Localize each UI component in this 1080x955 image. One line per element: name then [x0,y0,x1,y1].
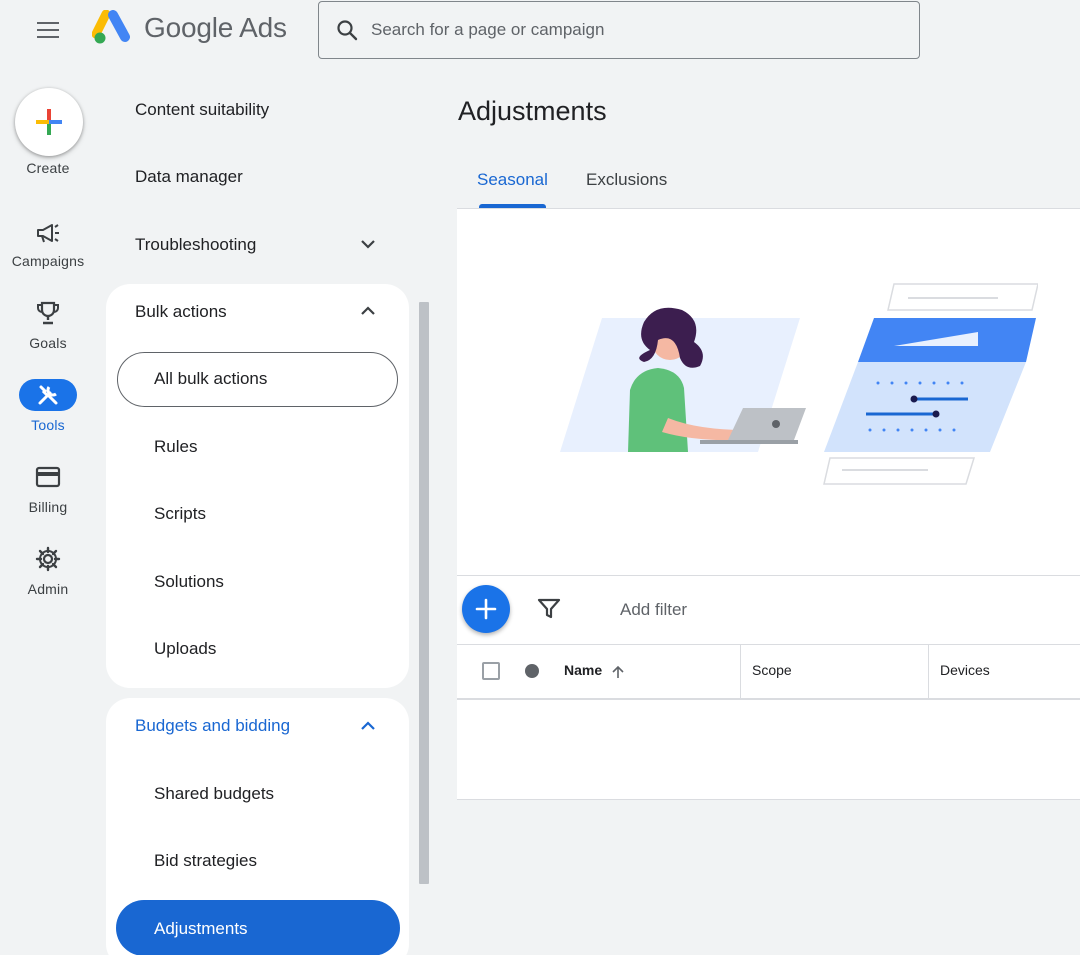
nav-item-all-bulk-actions[interactable]: All bulk actions [154,369,267,389]
bulk-actions-card [106,284,409,688]
nav-item-content-suitability[interactable]: Content suitability [135,100,269,120]
status-column-icon [525,664,539,678]
nav-section-budgets-and-bidding[interactable]: Budgets and bidding [135,716,290,736]
nav-item-scripts[interactable]: Scripts [154,504,206,524]
google-ads-logo[interactable]: Google Ads [92,10,287,46]
page-title: Adjustments [458,96,607,126]
main-menu-button[interactable] [28,14,68,46]
tab-exclusions[interactable]: Exclusions [586,170,667,190]
empty-state-illustration [560,283,1038,485]
sort-ascending-icon[interactable] [610,664,626,680]
nav-item-solutions[interactable]: Solutions [154,572,224,592]
filter-icon[interactable] [536,596,562,622]
nav-item-data-manager[interactable]: Data manager [135,167,243,187]
column-separator [740,645,741,698]
rail-label-admin: Admin [27,581,69,597]
tab-seasonal[interactable]: Seasonal [477,170,548,190]
chevron-up-icon[interactable] [358,716,378,736]
rail-item-campaigns[interactable]: Campaigns [0,214,96,284]
search-input[interactable] [371,20,911,40]
nav-item-troubleshooting[interactable]: Troubleshooting [135,235,256,255]
create-label: Create [26,160,70,176]
add-filter-button[interactable]: Add filter [620,600,687,620]
select-all-checkbox[interactable] [482,662,500,680]
trophy-icon [33,298,63,328]
rail-label-tools[interactable]: Tools [0,417,96,433]
search-icon [337,20,358,41]
menu-icon-bar [37,22,59,24]
rail-item-admin[interactable]: Admin [0,542,96,612]
chevron-down-icon[interactable] [358,234,378,254]
tools-icon [38,385,58,405]
credit-card-icon [33,462,63,492]
rail-label-goals: Goals [29,335,67,351]
table-header-bottom-divider [457,698,1080,700]
nav-section-bulk-actions[interactable]: Bulk actions [135,302,227,322]
add-adjustment-button[interactable] [462,585,510,633]
rail-item-tools-highlight[interactable] [19,379,77,411]
rail-label-billing: Billing [28,499,68,515]
logo-text: Google Ads [144,12,287,43]
megaphone-icon [33,218,63,248]
rail-label-campaigns: Campaigns [11,253,85,269]
column-header-devices[interactable]: Devices [940,662,990,678]
rail-item-billing[interactable]: Billing [0,460,96,530]
toolbar-top-divider [457,575,1080,576]
nav-item-uploads[interactable]: Uploads [154,639,216,659]
create-button[interactable] [15,88,83,156]
table-header-top-divider [457,644,1080,645]
search-bar[interactable] [318,1,920,59]
nav-item-rules[interactable]: Rules [154,437,197,457]
gear-icon [33,544,63,574]
nav-item-bid-strategies[interactable]: Bid strategies [154,851,257,871]
nav-scrollbar[interactable] [419,302,429,884]
google-ads-logo-icon [92,10,130,44]
plus-icon [475,598,497,620]
chevron-up-icon[interactable] [358,301,378,321]
column-header-scope[interactable]: Scope [752,662,792,678]
column-header-name[interactable]: Name [564,662,602,678]
nav-item-adjustments[interactable]: Adjustments [154,919,248,939]
plus-icon [36,109,62,135]
menu-icon-bar [37,29,59,31]
nav-item-shared-budgets[interactable]: Shared budgets [154,784,274,804]
rail-item-goals[interactable]: Goals [0,296,96,366]
column-separator [928,645,929,698]
menu-icon-bar [37,36,59,38]
